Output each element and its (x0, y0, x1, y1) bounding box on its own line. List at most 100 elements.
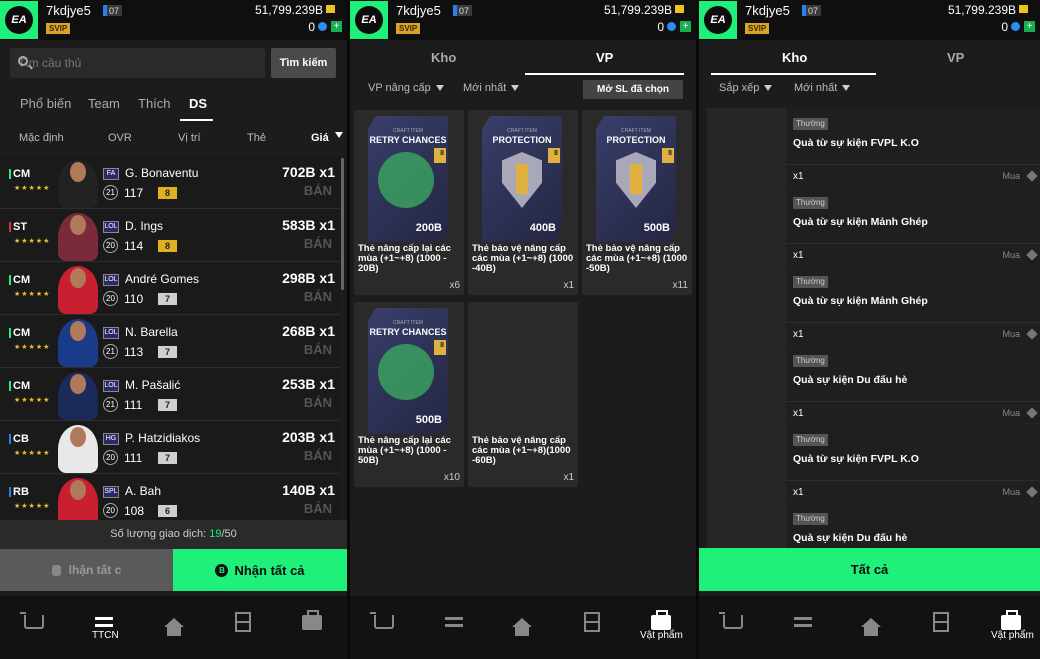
add-points-button[interactable]: + (680, 21, 691, 32)
tab-items[interactable]: VP (947, 50, 964, 65)
item-card[interactable]: CRAFT ITEM RETRY CHANCES 8 500B Thẻ nâng cấp… (354, 302, 464, 487)
add-points-button[interactable]: + (331, 21, 342, 32)
transfer-market-panel: EA 7kdjye5 07 SVIP 51,799.239B 0 + Tìm c… (0, 0, 347, 659)
season-badge: LOL (103, 221, 119, 233)
claim-label: lhận tất c (68, 563, 122, 577)
claim-all-button[interactable]: Tất cả (699, 548, 1040, 591)
player-position: CB (9, 433, 29, 445)
item-thumbnail (707, 108, 786, 186)
item-quantity: x11 (672, 280, 688, 291)
player-row[interactable]: ST ★★★★★ LOL D. Ings 20 114 8 583B x1 BÁN (0, 209, 340, 262)
filter-upgrade-items[interactable]: VP nâng cấp (368, 82, 444, 94)
nav-home[interactable] (510, 610, 534, 636)
item-card[interactable]: CRAFT ITEM RETRY CHANCES 8 200B Thẻ nâng cấp… (354, 110, 464, 295)
top-header: EA 7kdjye5 07 SVIP 51,799.239B 0 + (699, 0, 1040, 40)
filter-newest[interactable]: Mới nhất (463, 82, 519, 94)
claim-all-button[interactable]: B Nhận tất cả (173, 549, 347, 591)
username: 7kdjye5 (396, 3, 441, 18)
player-row[interactable]: CB ★★★★★ HG P. Hatzidiakos 20 111 7 203B x1 BÁN (0, 421, 340, 474)
open-selected-button[interactable]: Mở SL đã chọn (583, 80, 683, 99)
nav-squad[interactable] (929, 610, 953, 634)
filter-newest[interactable]: Mới nhất (794, 82, 850, 94)
claim-button[interactable]: lhận tất c (0, 549, 173, 591)
diamond-icon (1026, 407, 1038, 419)
nav-squad[interactable] (580, 610, 604, 634)
sort-default[interactable]: Mặc định (19, 132, 64, 144)
sort-dropdown[interactable]: Sắp xếp (719, 82, 772, 94)
player-position: CM (8, 380, 31, 392)
sort-ovr[interactable]: OVR (108, 132, 132, 144)
nav-squad[interactable] (231, 610, 255, 634)
buy-button[interactable]: Mua (1002, 487, 1020, 497)
storage-item[interactable]: Thường Quà từ sự kiện Mảnh Ghép x1 Mua (707, 266, 1040, 345)
item-card[interactable]: Thẻ bảo vệ nâng cấp các mùa (+1~+8)(1000… (468, 302, 578, 487)
point-icon (1011, 22, 1020, 31)
storage-item[interactable]: Thường Quà từ sự kiện FVPL K.O x1 Mua (707, 108, 1040, 187)
item-card-art: CRAFT ITEM PROTECTION 8 500B (596, 116, 676, 242)
home-icon (861, 617, 881, 636)
sort-price[interactable]: Giá (311, 132, 329, 144)
nav-shop[interactable] (370, 610, 396, 634)
nav-transfer[interactable] (791, 610, 815, 634)
player-level: 21 (103, 344, 118, 359)
buy-button[interactable]: Mua (1002, 408, 1020, 418)
nav-shop[interactable] (20, 610, 46, 634)
buy-button[interactable]: Mua (1002, 329, 1020, 339)
tab-items[interactable]: VP (596, 50, 613, 65)
sell-button[interactable]: BÁN (304, 289, 332, 304)
sell-button[interactable]: BÁN (304, 501, 332, 516)
nav-home[interactable] (859, 610, 883, 636)
username: 7kdjye5 (745, 3, 790, 18)
player-stars: ★★★★★ (14, 503, 51, 510)
player-row[interactable]: RB ★★★★★ SPL A. Bah 20 108 6 140B x1 BÁN (0, 474, 340, 521)
search-icon[interactable] (18, 56, 28, 66)
tab-team[interactable]: Team (88, 96, 120, 111)
rarity-tag: Thường (793, 197, 828, 209)
buy-button[interactable]: Mua (1002, 171, 1020, 181)
tab-storage[interactable]: Kho (782, 50, 807, 65)
tab-list[interactable]: DS (189, 96, 207, 111)
item-title: Quà từ sự kiện FVPL K.O (793, 453, 919, 465)
nav-transfer[interactable] (442, 610, 466, 634)
scrollbar[interactable] (341, 158, 344, 290)
item-quantity: x6 (449, 280, 460, 291)
sort-position[interactable]: Vị trí (178, 132, 201, 144)
sell-button[interactable]: BÁN (304, 448, 332, 463)
rarity-tag: Thường (793, 276, 828, 288)
card-title: RETRY CHANCES (369, 327, 447, 337)
tab-popular[interactable]: Phổ biến (20, 96, 71, 111)
player-row[interactable]: CM ★★★★★ FA G. Bonaventu 21 117 8 702B x1 BÁN (0, 156, 340, 209)
sell-button[interactable]: BÁN (304, 395, 332, 410)
active-tab-underline (525, 73, 684, 75)
storage-item[interactable]: Thường Quà sự kiện Du đấu hè (707, 503, 1040, 548)
item-quantity: x1 (793, 487, 804, 498)
player-photo (58, 372, 98, 420)
player-row[interactable]: CM ★★★★★ LOL M. Pašalić 21 111 7 253B x1 BÁN (0, 368, 340, 421)
item-description: Thẻ bảo vệ nâng cấp các mùa (+1~+8) (100… (586, 243, 688, 274)
upgrade-level: 8 (158, 240, 177, 252)
add-points-button[interactable]: + (1024, 21, 1035, 32)
sell-button[interactable]: BÁN (304, 236, 332, 251)
divider (786, 401, 1040, 402)
storage-item[interactable]: Thường Quà sự kiện Du đấu hè x1 Mua (707, 345, 1040, 424)
nav-shop[interactable] (719, 610, 745, 634)
sell-button[interactable]: BÁN (304, 183, 332, 198)
player-row[interactable]: CM ★★★★★ LOL N. Barella 21 113 7 268B x1 BÁN (0, 315, 340, 368)
sort-card[interactable]: Thẻ (247, 132, 266, 144)
card-title: PROTECTION (606, 135, 666, 145)
buy-button[interactable]: Mua (1002, 250, 1020, 260)
item-description: Thẻ bảo vệ nâng cấp các mùa (+1~+8) (100… (472, 243, 574, 274)
tab-storage[interactable]: Kho (431, 50, 456, 65)
nav-items[interactable] (300, 609, 324, 634)
item-card[interactable]: CRAFT ITEM PROTECTION 8 400B Thẻ bảo vệ nâng… (468, 110, 578, 295)
search-input[interactable]: Tìm cầu thủ (10, 48, 265, 78)
nav-home[interactable] (162, 610, 186, 636)
storage-item[interactable]: Thường Quà từ sự kiện Mảnh Ghép x1 Mua (707, 187, 1040, 266)
player-name: A. Bah (125, 484, 162, 498)
search-button[interactable]: Tìm kiếm (271, 48, 336, 78)
item-card[interactable]: CRAFT ITEM PROTECTION 8 500B Thẻ bảo vệ nâng… (582, 110, 692, 295)
tab-liked[interactable]: Thích (138, 96, 171, 111)
storage-item[interactable]: Thường Quà từ sự kiện FVPL K.O x1 Mua (707, 424, 1040, 503)
sell-button[interactable]: BÁN (304, 342, 332, 357)
player-row[interactable]: CM ★★★★★ LOL André Gomes 20 110 7 298B x1 BÁN (0, 262, 340, 315)
